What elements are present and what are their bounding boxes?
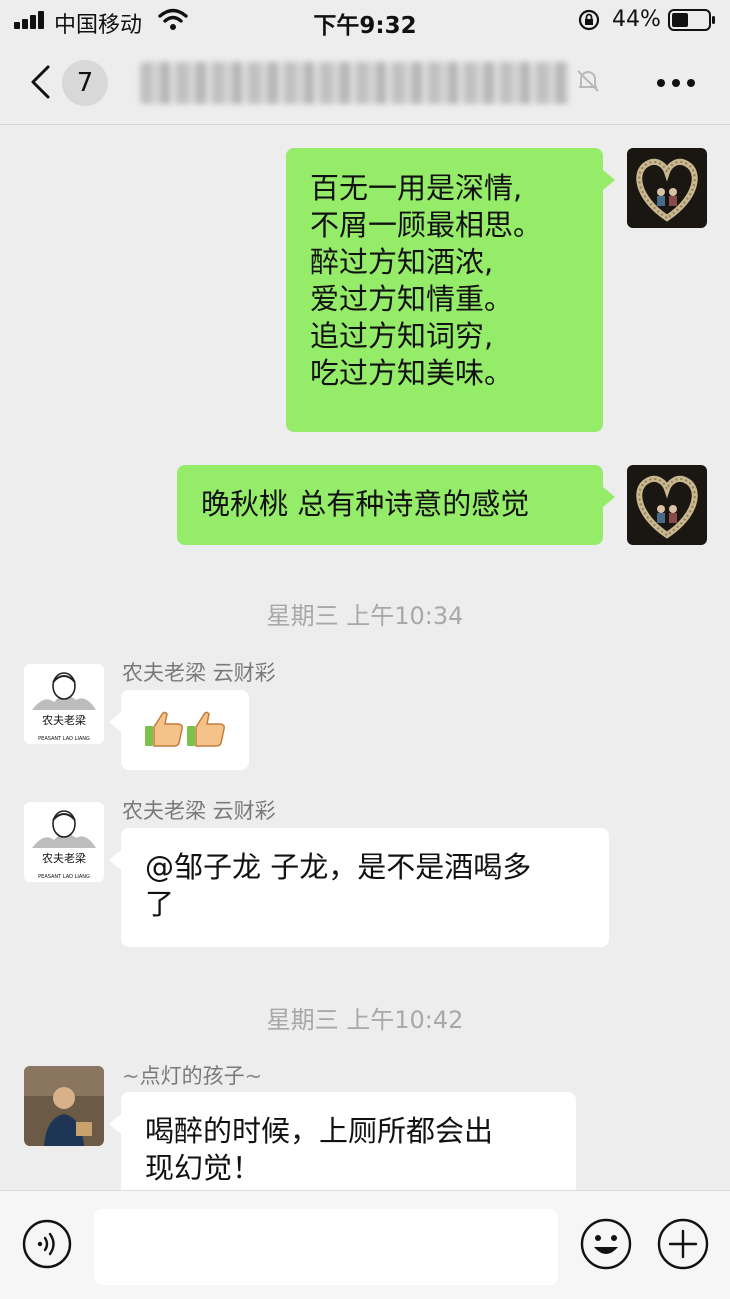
swirl-decoration-icon: ~ xyxy=(244,1064,263,1088)
my-avatar[interactable] xyxy=(627,148,707,228)
swirl-decoration-icon: ~ xyxy=(122,1064,140,1088)
voice-icon[interactable] xyxy=(22,1219,72,1269)
message-line: @邹子龙 子龙，是不是酒喝多 xyxy=(145,850,532,884)
message-line: 现幻觉！ xyxy=(145,1151,262,1185)
rotation-lock-icon xyxy=(578,9,600,31)
chat-header: 7 xyxy=(0,40,730,125)
farmer-avatar[interactable]: 农夫老梁 PEASANT LAO LIANG xyxy=(24,802,104,882)
more-icon[interactable] xyxy=(656,78,696,88)
heart-photo-icon xyxy=(627,465,707,545)
heart-photo-icon xyxy=(627,148,707,228)
input-bar xyxy=(0,1190,730,1299)
back-chevron-icon[interactable] xyxy=(28,64,52,100)
other-message-bubble[interactable] xyxy=(109,690,249,770)
message-line: 了 xyxy=(145,887,175,921)
sender-name: ~点灯的孩子~ xyxy=(122,1060,262,1090)
battery-icon xyxy=(668,9,715,31)
mute-bell-icon xyxy=(577,70,599,92)
svg-text:农夫老梁: 农夫老梁 xyxy=(42,713,86,727)
svg-text:PEASANT LAO LIANG: PEASANT LAO LIANG xyxy=(38,736,90,742)
message-line: 爱过方知情重。 xyxy=(310,282,514,316)
user-avatar[interactable] xyxy=(24,1066,104,1146)
message-line: 追过方知词穷, xyxy=(310,319,494,353)
message-line: 喝醉的时候，上厕所都会出 xyxy=(145,1114,494,1148)
my-message-bubble[interactable]: 晚秋桃 总有种诗意的感觉 xyxy=(177,465,615,545)
message-line: 醉过方知酒浓, xyxy=(310,245,494,279)
unread-count-badge[interactable]: 7 xyxy=(62,60,108,106)
sender-name-text: 点灯的孩子 xyxy=(139,1064,245,1088)
status-bar: 中国移动 下午9:32 44% xyxy=(0,0,730,40)
plus-icon[interactable] xyxy=(656,1217,710,1271)
message-line: 不屑一顾最相思。 xyxy=(310,208,543,242)
svg-text:农夫老梁: 农夫老梁 xyxy=(42,851,86,865)
my-message-bubble[interactable]: 百无一用是深情, 不屑一顾最相思。 醉过方知酒浓, 爱过方知情重。 追过方知词穷… xyxy=(286,148,615,432)
thumbs-up-icon xyxy=(145,711,225,747)
sender-name: 农夫老梁 云财彩 xyxy=(122,661,276,685)
message-input[interactable] xyxy=(94,1209,558,1285)
timestamp: 星期三 上午10:34 xyxy=(266,602,464,630)
farmer-logo-icon: 农夫老梁 PEASANT LAO LIANG xyxy=(24,664,104,744)
sender-name: 农夫老梁 云财彩 xyxy=(122,799,276,823)
chat-title-blurred xyxy=(140,62,570,104)
timestamp: 星期三 上午10:42 xyxy=(266,1006,464,1034)
message-line: 百无一用是深情, xyxy=(310,171,523,205)
person-photo-icon xyxy=(24,1066,104,1146)
other-message-bubble[interactable]: @邹子龙 子龙，是不是酒喝多 了 xyxy=(109,828,609,947)
emoji-icon[interactable] xyxy=(579,1217,633,1271)
my-avatar[interactable] xyxy=(627,465,707,545)
farmer-avatar[interactable]: 农夫老梁 PEASANT LAO LIANG xyxy=(24,664,104,744)
battery-percent: 44% xyxy=(612,7,661,32)
message-line: 吃过方知美味。 xyxy=(310,356,514,390)
message-text: 晚秋桃 总有种诗意的感觉 xyxy=(201,487,530,521)
svg-text:PEASANT LAO LIANG: PEASANT LAO LIANG xyxy=(38,874,90,880)
farmer-logo-icon: 农夫老梁 PEASANT LAO LIANG xyxy=(24,802,104,882)
